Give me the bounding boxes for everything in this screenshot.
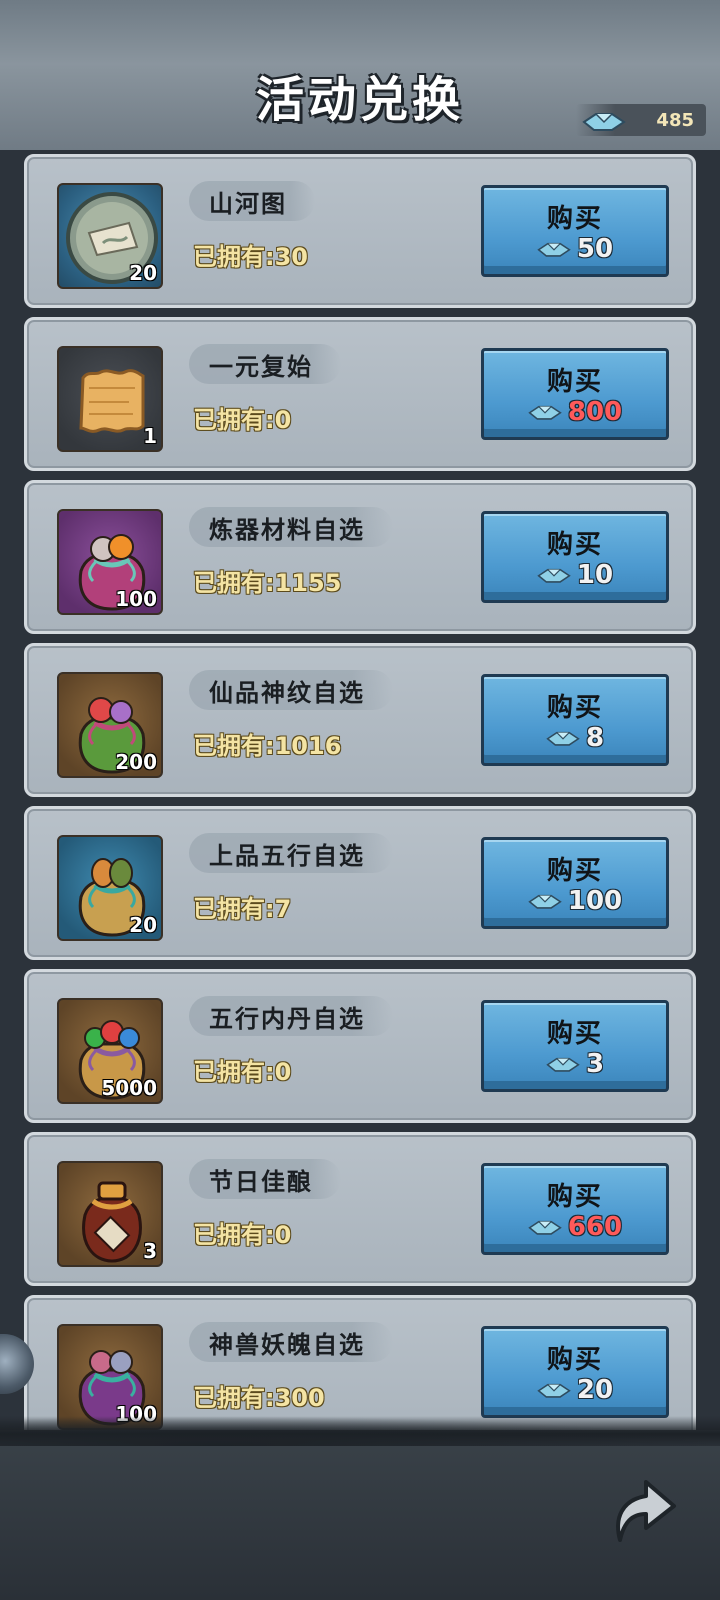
item-name-plate: 一元复始 [189,344,341,384]
item-icon-frame[interactable]: 1 [57,346,163,452]
item-owned-count: 已拥有:30 [193,243,308,271]
exchange-list[interactable]: 20 山河图 已拥有:30 购买 50 1 一元复始 已拥有:0 购买 800 100 炼器材料自选已… [0,150,720,1440]
gem-boat-icon [537,1383,571,1398]
gem-boat-icon [528,405,562,420]
exchange-item-card: 5000 五行内丹自选已拥有:0 购买 3 [24,969,696,1123]
item-price: 800 [567,397,623,427]
item-icon-frame[interactable]: 20 [57,835,163,941]
buy-button[interactable]: 购买 800 [481,348,669,440]
buy-button-label: 购买 [546,1019,603,1049]
item-stack-count: 1 [143,424,157,448]
item-owned-count: 已拥有:0 [193,1058,292,1086]
exchange-item-card: 200 仙品神纹自选已拥有:1016 购买 8 [24,643,696,797]
item-name: 一元复始 [209,352,313,381]
gem-boat-icon [546,731,580,746]
item-stack-count: 100 [115,587,157,611]
gem-boat-icon [528,894,562,909]
price-row: 660 [484,1212,666,1242]
exchange-item-card: 3 节日佳酿已拥有:0 购买 660 [24,1132,696,1286]
item-name-plate: 五行内丹自选 [189,996,393,1036]
return-arrow-icon[interactable] [600,1470,684,1554]
item-owned-count: 已拥有:1155 [193,569,342,597]
price-row: 3 [484,1049,666,1079]
buy-button[interactable]: 购买 10 [481,511,669,603]
item-price: 3 [585,1049,605,1079]
exchange-item-card: 20 山河图已拥有:30 购买 50 [24,154,696,308]
buy-button[interactable]: 购买 8 [481,674,669,766]
item-price: 8 [585,723,605,753]
item-icon-frame[interactable]: 100 [57,1324,163,1430]
item-icon-frame[interactable]: 100 [57,509,163,615]
price-row: 10 [484,560,666,590]
buy-button-label: 购买 [546,856,603,886]
item-name: 上品五行自选 [209,841,365,870]
item-stack-count: 20 [129,261,157,285]
buy-button[interactable]: 购买 20 [481,1326,669,1418]
item-name-plate: 神兽妖魄自选 [189,1322,393,1362]
buy-button[interactable]: 购买 100 [481,837,669,929]
price-row: 50 [484,234,666,264]
item-icon-frame[interactable]: 3 [57,1161,163,1267]
item-stack-count: 3 [143,1239,157,1263]
buy-button-label: 购买 [546,367,603,397]
gem-boat-icon [582,113,626,131]
item-price: 20 [576,1375,614,1405]
buy-button[interactable]: 购买 660 [481,1163,669,1255]
buy-button-label: 购买 [546,204,603,234]
buy-button-label: 购买 [546,1345,603,1375]
item-name-plate: 上品五行自选 [189,833,393,873]
item-name: 节日佳酿 [209,1167,313,1196]
item-name: 山河图 [209,189,287,218]
currency-display: 485 [576,104,706,136]
item-name-plate: 仙品神纹自选 [189,670,393,710]
item-name: 仙品神纹自选 [209,678,365,707]
item-owned-count: 已拥有:7 [193,895,292,923]
currency-value: 485 [656,109,694,131]
gem-boat-icon [546,1057,580,1072]
price-row: 8 [484,723,666,753]
item-stack-count: 5000 [101,1076,157,1100]
buy-button-label: 购买 [546,530,603,560]
item-name-plate: 炼器材料自选 [189,507,393,547]
exchange-item-card: 100 炼器材料自选已拥有:1155 购买 10 [24,480,696,634]
exchange-item-card: 20 上品五行自选已拥有:7 购买 100 [24,806,696,960]
item-price: 100 [567,886,623,916]
item-price: 50 [576,234,614,264]
exchange-item-card: 1 一元复始已拥有:0 购买 800 [24,317,696,471]
item-name: 五行内丹自选 [209,1004,365,1033]
gem-boat-icon [537,568,571,583]
buy-button-label: 购买 [546,693,603,723]
item-name: 神兽妖魄自选 [209,1330,365,1359]
item-name-plate: 节日佳酿 [189,1159,341,1199]
price-row: 800 [484,397,666,427]
buy-button-label: 购买 [546,1182,603,1212]
price-row: 100 [484,886,666,916]
item-price: 660 [567,1212,623,1242]
item-owned-count: 已拥有:0 [193,1221,292,1249]
item-owned-count: 已拥有:0 [193,406,292,434]
item-price: 10 [576,560,614,590]
item-stack-count: 20 [129,913,157,937]
item-icon-frame[interactable]: 5000 [57,998,163,1104]
item-name-plate: 山河图 [189,181,315,221]
gem-boat-icon [528,1220,562,1235]
buy-button[interactable]: 购买 3 [481,1000,669,1092]
item-owned-count: 已拥有:300 [193,1384,325,1412]
item-stack-count: 200 [115,750,157,774]
price-row: 20 [484,1375,666,1405]
item-icon-frame[interactable]: 20 [57,183,163,289]
item-name: 炼器材料自选 [209,515,365,544]
buy-button[interactable]: 购买 50 [481,185,669,277]
item-icon-frame[interactable]: 200 [57,672,163,778]
item-owned-count: 已拥有:1016 [193,732,342,760]
gem-boat-icon [537,242,571,257]
